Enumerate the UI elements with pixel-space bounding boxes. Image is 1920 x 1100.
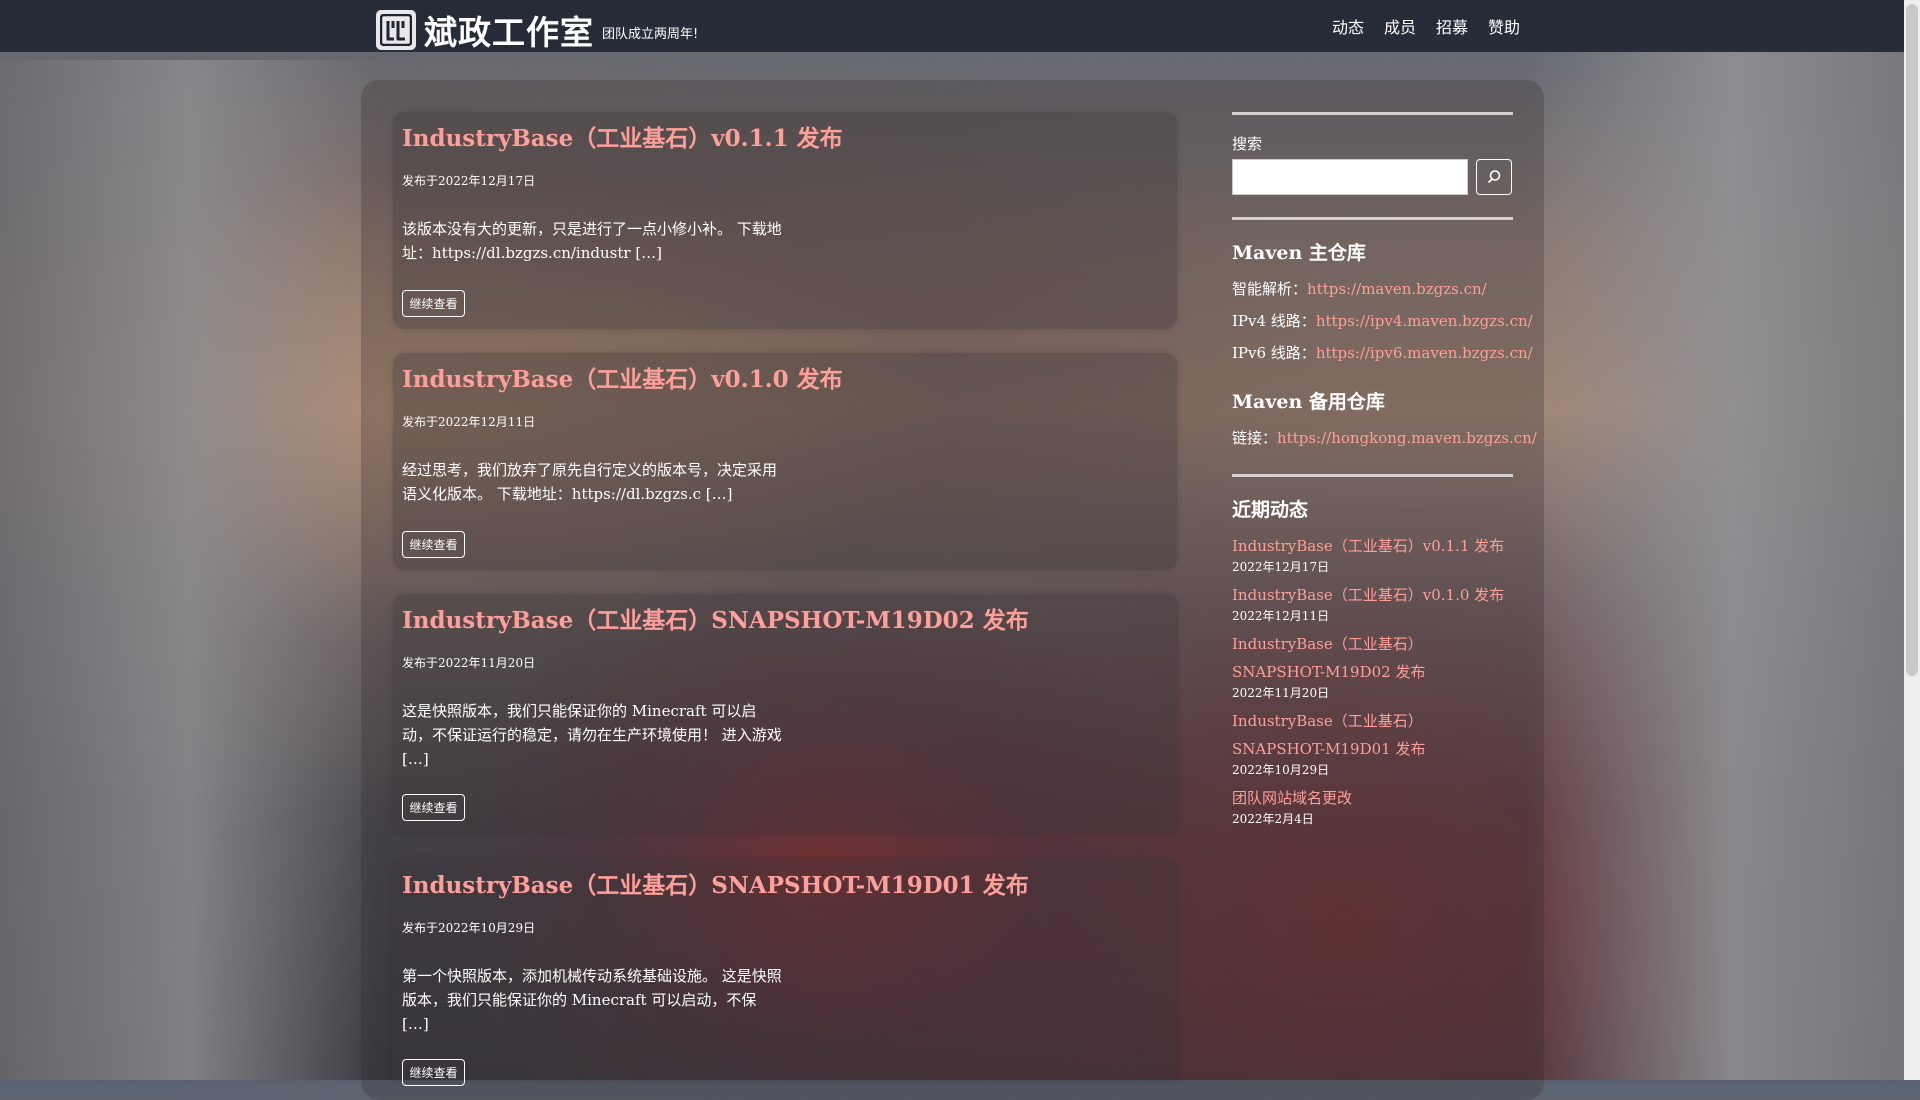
post-card: IndustryBase（工业基石）v0.1.0 发布 发布于2022年12月1… — [393, 353, 1177, 570]
post-card: IndustryBase（工业基石）v0.1.1 发布 发布于2022年12月1… — [393, 112, 1177, 329]
post-date: 发布于2022年10月29日 — [402, 921, 536, 935]
search-button[interactable] — [1476, 159, 1512, 195]
search-icon — [1487, 170, 1501, 184]
post-card: IndustryBase（工业基石）SNAPSHOT-M19D02 发布 发布于… — [393, 594, 1177, 834]
recent-post-date: 2022年12月11日 — [1232, 609, 1330, 623]
background-right-wall — [1524, 50, 1904, 1080]
maven-backup-line: 链接：https://hongkong.maven.bzgzs.cn/ — [1232, 422, 1537, 454]
post-excerpt: 经过思考，我们放弃了原先自行定义的版本号，决定采用语义化版本。 下载地址：htt… — [402, 461, 778, 503]
maven-backup-link[interactable]: https://hongkong.maven.bzgzs.cn/ — [1277, 429, 1537, 447]
search-input[interactable] — [1232, 159, 1468, 195]
recent-posts-list: IndustryBase（工业基石）v0.1.1 发布 2022年12月17日 … — [1232, 532, 1513, 827]
post-excerpt: 这是快照版本，我们只能保证你的 Minecraft 可以启动，不保证运行的稳定，… — [402, 702, 782, 768]
site-logo-icon[interactable] — [376, 10, 416, 50]
recent-post-link[interactable]: IndustryBase（工业基石）SNAPSHOT-M19D02 发布 — [1232, 630, 1513, 686]
post-date: 发布于2022年12月11日 — [402, 415, 536, 429]
nav-item-dynamics[interactable]: 动态 — [1332, 14, 1364, 38]
maven-main-list: 智能解析：https://maven.bzgzs.cn/ IPv4 线路：htt… — [1232, 273, 1533, 369]
maven-line-label: IPv6 线路： — [1232, 344, 1316, 362]
recent-post-date: 2022年10月29日 — [1232, 763, 1330, 777]
recent-post-link[interactable]: 团队网站域名更改 — [1232, 784, 1513, 812]
maven-line-link[interactable]: https://maven.bzgzs.cn/ — [1307, 280, 1487, 298]
recent-post-date: 2022年12月17日 — [1232, 560, 1330, 574]
site-tagline: 团队成立两周年! — [602, 26, 699, 42]
read-more-button[interactable]: 继续查看 — [402, 290, 465, 317]
maven-line-label: IPv4 线路： — [1232, 312, 1316, 330]
read-more-button[interactable]: 继续查看 — [402, 531, 465, 558]
recent-post-link[interactable]: IndustryBase（工业基石）SNAPSHOT-M19D01 发布 — [1232, 707, 1513, 763]
site-title[interactable]: 斌政工作室 — [424, 6, 594, 54]
post-date: 发布于2022年12月17日 — [402, 174, 536, 188]
maven-line-link[interactable]: https://ipv4.maven.bzgzs.cn/ — [1316, 312, 1533, 330]
maven-line: 智能解析：https://maven.bzgzs.cn/ — [1232, 273, 1513, 305]
post-date: 发布于2022年11月20日 — [402, 656, 536, 670]
maven-backup-title: Maven 备用仓库 — [1232, 391, 1385, 413]
main-nav: 动态 成员 招募 赞助 — [1332, 14, 1520, 38]
nav-item-sponsor[interactable]: 赞助 — [1488, 14, 1520, 38]
maven-backup-label: 链接： — [1232, 429, 1278, 447]
sidebar: 搜索 Maven 主仓库 智能解析：https://maven.bzgzs.cn… — [1232, 112, 1537, 833]
page-scrollbar[interactable] — [1904, 0, 1920, 1080]
top-navigation-bar: 斌政工作室 团队成立两周年! 动态 成员 招募 赞助 — [0, 0, 1904, 52]
post-title-link[interactable]: IndustryBase（工业基石）v0.1.1 发布 — [402, 119, 843, 153]
search-label: 搜索 — [1232, 135, 1263, 153]
divider — [1232, 112, 1513, 115]
search-form — [1232, 159, 1513, 195]
post-title-link[interactable]: IndustryBase（工业基石）SNAPSHOT-M19D01 发布 — [402, 866, 1029, 900]
post-card: IndustryBase（工业基石）SNAPSHOT-M19D01 发布 发布于… — [393, 859, 1177, 1086]
maven-line: IPv6 线路：https://ipv6.maven.bzgzs.cn/ — [1232, 337, 1533, 369]
recent-posts-title: 近期动态 — [1232, 499, 1309, 521]
maven-line: IPv4 线路：https://ipv4.maven.bzgzs.cn/ — [1232, 305, 1533, 337]
nav-item-recruit[interactable]: 招募 — [1436, 14, 1468, 38]
recent-post-date: 2022年11月20日 — [1232, 686, 1330, 700]
maven-line-label: 智能解析： — [1232, 280, 1308, 298]
scrollbar-thumb[interactable] — [1906, 4, 1918, 676]
background-left-wall — [0, 60, 380, 1080]
recent-post-link[interactable]: IndustryBase（工业基石）v0.1.1 发布 — [1232, 532, 1513, 560]
post-title-link[interactable]: IndustryBase（工业基石）SNAPSHOT-M19D02 发布 — [402, 601, 1029, 635]
read-more-button[interactable]: 继续查看 — [402, 794, 465, 821]
post-excerpt: 第一个快照版本，添加机械传动系统基础设施。 这是快照版本，我们只能保证你的 Mi… — [402, 967, 782, 1033]
brand: 斌政工作室 团队成立两周年! — [376, 6, 698, 54]
recent-post-link[interactable]: IndustryBase（工业基石）v0.1.0 发布 — [1232, 581, 1513, 609]
maven-line-link[interactable]: https://ipv6.maven.bzgzs.cn/ — [1316, 344, 1533, 362]
recent-post-date: 2022年2月4日 — [1232, 812, 1314, 826]
nav-item-members[interactable]: 成员 — [1384, 14, 1416, 38]
post-title-link[interactable]: IndustryBase（工业基石）v0.1.0 发布 — [402, 360, 843, 394]
read-more-button[interactable]: 继续查看 — [402, 1059, 465, 1086]
divider — [1232, 474, 1513, 477]
maven-main-title: Maven 主仓库 — [1232, 242, 1366, 264]
divider — [1232, 217, 1513, 220]
post-excerpt: 该版本没有大的更新，只是进行了一点小修小补。 下载地址：https://dl.b… — [402, 220, 782, 262]
